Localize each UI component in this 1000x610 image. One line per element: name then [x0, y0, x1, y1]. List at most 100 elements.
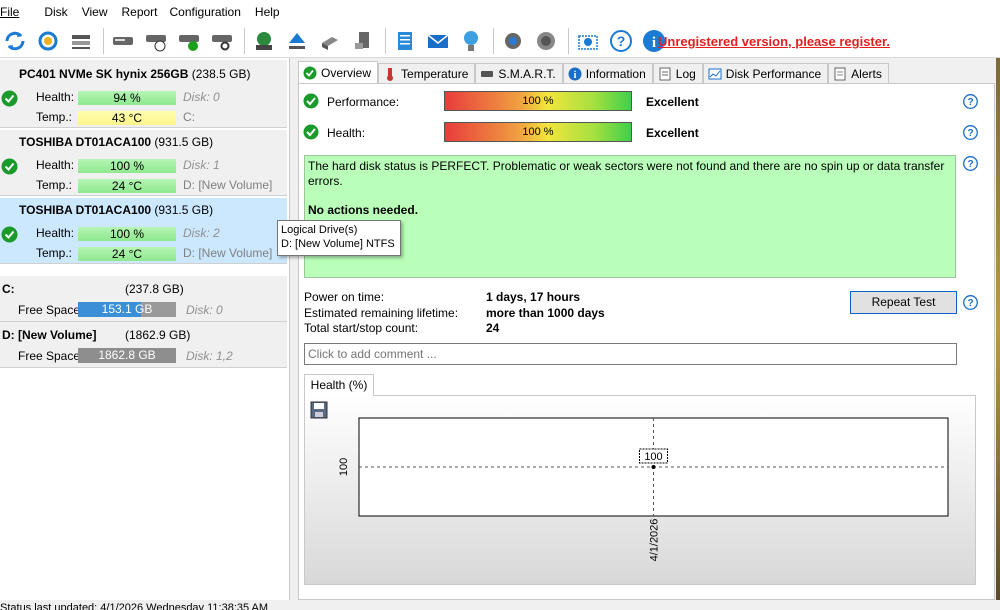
tab-log[interactable]: Log — [652, 63, 703, 83]
eject-icon[interactable] — [284, 28, 310, 54]
disk-item[interactable]: TOSHIBA DT01ACA100 (931.5 GB) Health: 10… — [0, 130, 287, 196]
temp-label: Temp.: — [36, 178, 73, 192]
svg-text:?: ? — [967, 97, 973, 108]
disk-size: (931.5 GB) — [154, 203, 214, 217]
tab-alerts[interactable]: Alerts — [828, 63, 889, 83]
health-bar: 100 % — [78, 159, 176, 173]
menu-report[interactable]: Report — [121, 5, 167, 19]
server-icon[interactable] — [317, 28, 343, 54]
network-disk-icon[interactable] — [251, 28, 277, 54]
help-icon[interactable]: ? — [963, 94, 978, 109]
help-icon[interactable]: ? — [963, 295, 978, 310]
menu-configuration-label: Configuration — [169, 5, 241, 19]
volume-name: C: — [2, 282, 15, 296]
thermometer-icon — [387, 67, 394, 81]
comment-input[interactable] — [304, 343, 957, 365]
tab-information[interactable]: i Information — [562, 63, 653, 83]
disk-clock-icon[interactable] — [143, 28, 169, 54]
tab-label: S.M.A.R.T. — [498, 66, 556, 81]
register-link[interactable]: Unregistered version, please register. — [658, 34, 890, 49]
menu-disk[interactable]: Disk — [44, 5, 77, 19]
help-icon[interactable]: ? — [963, 156, 978, 171]
disk-name: PC401 NVMe SK hynix 256GB — [19, 67, 189, 81]
disk-list-icon[interactable] — [68, 28, 94, 54]
usb-disk-icon[interactable] — [350, 28, 376, 54]
check-icon — [1, 158, 18, 175]
status-bar: Status last updated: 4/1/2026 Wednesday … — [0, 600, 1000, 610]
check-icon — [1, 90, 18, 107]
performance-label: Performance: — [327, 95, 400, 109]
speaker-icon[interactable] — [533, 28, 559, 54]
chart-y-tick-label: 100 — [338, 458, 350, 476]
performance-rating: Excellent — [646, 95, 699, 109]
refresh-all-icon[interactable] — [35, 28, 61, 54]
performance-bar: 100 % — [444, 91, 632, 111]
temp-bar: 24 °C — [78, 179, 176, 193]
lifetime-label: Estimated remaining lifetime: — [304, 306, 459, 320]
log-icon — [659, 67, 671, 80]
disk-size: (238.5 GB) — [191, 67, 251, 81]
volume-disk: Disk: 0 — [186, 303, 223, 317]
temp-bar: 24 °C — [78, 247, 176, 261]
free-space-label: Free Space — [18, 303, 81, 317]
report-icon[interactable] — [392, 28, 418, 54]
svg-text:?: ? — [967, 298, 973, 309]
menu-file[interactable]: File — [0, 5, 29, 19]
svg-text:?: ? — [967, 128, 973, 139]
tab-smart[interactable]: S.M.A.R.T. — [475, 63, 563, 83]
menu-report-label: Report — [121, 5, 158, 19]
volume-item[interactable]: C: (237.8 GB) Free Space 153.1 GB Disk: … — [0, 276, 287, 322]
menu-view[interactable]: View — [82, 5, 118, 19]
check-icon — [303, 124, 319, 140]
volume-item[interactable]: D: [New Volume] (1862.9 GB) Free Space 1… — [0, 322, 287, 368]
tab-overview[interactable]: Overview — [298, 61, 379, 83]
refresh-icon[interactable] — [2, 28, 28, 54]
network-icon[interactable] — [458, 28, 484, 54]
tab-disk-performance[interactable]: Disk Performance — [702, 63, 829, 83]
volume-name: D: [New Volume] — [2, 328, 97, 342]
health-label: Health: — [36, 158, 75, 172]
disk-item[interactable]: PC401 NVMe SK hynix 256GB (238.5 GB) Hea… — [0, 60, 287, 128]
lifetime-value: more than 1000 days — [486, 306, 605, 320]
disk-title: TOSHIBA DT01ACA100 (931.5 GB) — [19, 203, 213, 217]
tab-label: Disk Performance — [725, 66, 822, 81]
help-icon[interactable]: ? — [608, 28, 634, 54]
temp-label: Temp.: — [36, 110, 73, 124]
disk-volume: C: — [183, 110, 195, 124]
help-icon[interactable]: ? — [963, 125, 978, 140]
status-bar-text: Status last updated: 4/1/2026 Wednesday … — [0, 602, 269, 610]
tab-temperature[interactable]: Temperature — [378, 63, 476, 83]
health-label: Health: — [327, 126, 366, 140]
disk-item-selected[interactable]: TOSHIBA DT01ACA100 (931.5 GB) Health: 10… — [0, 198, 287, 264]
health-bar: 100 % — [78, 227, 176, 241]
chart-data-point — [651, 465, 656, 469]
menu-configuration[interactable]: Configuration — [170, 5, 251, 19]
disk-size: (931.5 GB) — [154, 135, 214, 149]
gear-icon[interactable] — [500, 28, 526, 54]
email-icon[interactable] — [425, 28, 451, 54]
menu-help-label: Help — [254, 5, 280, 19]
action-text: No actions needed. — [308, 203, 419, 217]
menu-disk-label: Disk — [44, 5, 68, 19]
volume-size: (1862.9 GB) — [125, 328, 191, 342]
volume-disk: Disk: 1,2 — [186, 349, 233, 363]
disk-icon[interactable] — [110, 28, 136, 54]
chart-tab-health[interactable]: Health (%) — [304, 374, 374, 396]
menu-view-label: View — [81, 5, 108, 19]
disk-check-icon[interactable] — [176, 28, 202, 54]
tooltip-line1: Logical Drive(s) — [281, 224, 358, 236]
disk-volume: D: [New Volume] — [183, 246, 273, 260]
menu-help[interactable]: Help — [255, 5, 290, 19]
toolbar-separator — [568, 27, 569, 54]
disk-title: PC401 NVMe SK hynix 256GB (238.5 GB) — [19, 67, 250, 81]
disk-search-icon[interactable] — [209, 28, 235, 54]
disk-list-panel: PC401 NVMe SK hynix 256GB (238.5 GB) Hea… — [0, 58, 290, 600]
overview-pane: Performance: 100 % Excellent ? Health: 1… — [298, 83, 995, 600]
free-space-bar: 153.1 GB — [78, 302, 176, 317]
details-panel: Overview Temperature S.M.A.R.T. i Inform… — [292, 58, 1000, 600]
disk-volume: D: [New Volume] — [183, 178, 273, 192]
repeat-test-button[interactable]: Repeat Test — [850, 291, 957, 314]
power-on-label: Power on time: — [304, 290, 385, 304]
free-space-label: Free Space — [18, 349, 81, 363]
screenshot-icon[interactable] — [575, 28, 601, 54]
